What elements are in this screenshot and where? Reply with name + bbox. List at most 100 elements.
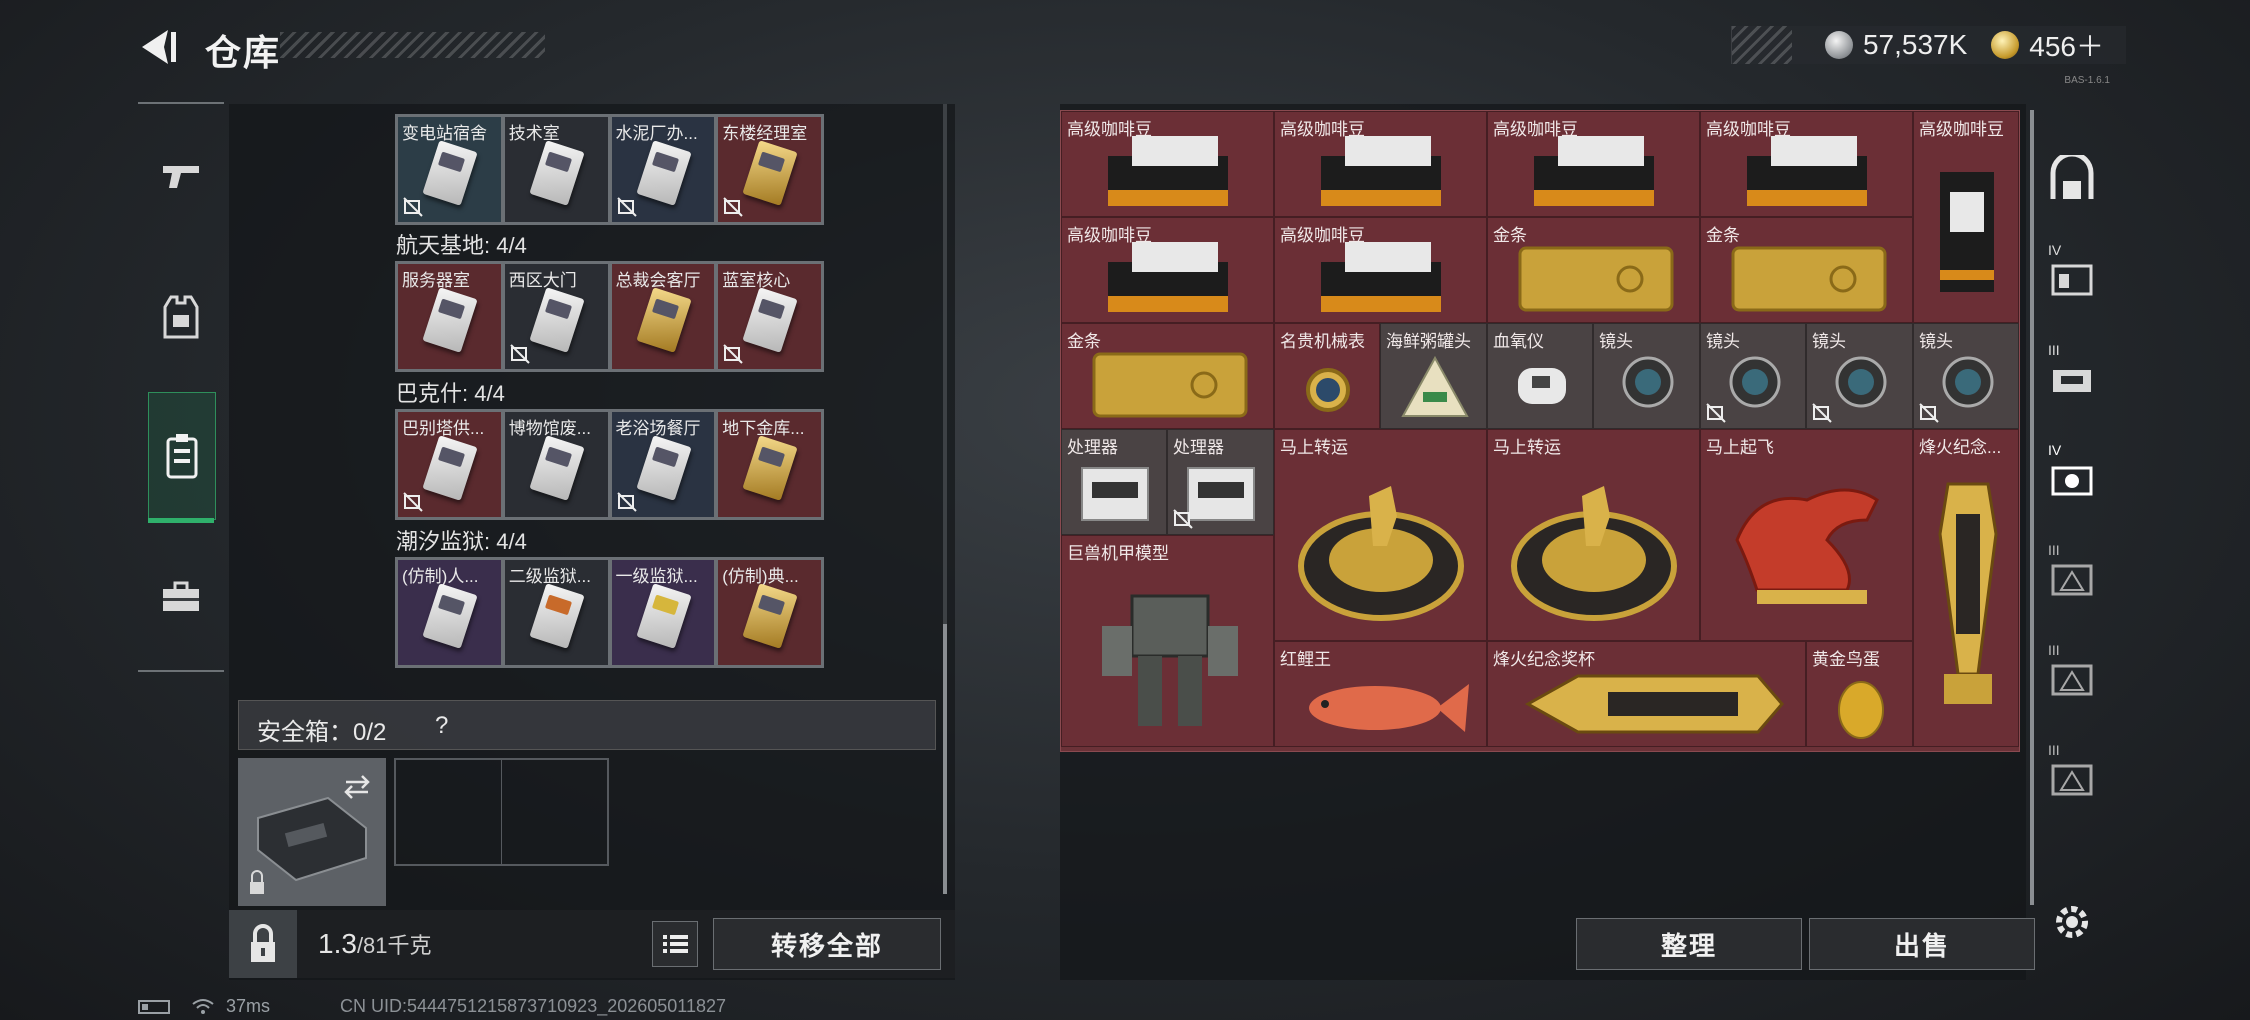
title-decoration [280, 32, 545, 58]
safebox-slots[interactable] [394, 758, 609, 866]
stash-item-lens[interactable]: 镜头 [1806, 323, 1913, 429]
archive-icon [2050, 155, 2094, 199]
container-icon [2051, 664, 2093, 696]
safebox-container[interactable] [238, 758, 386, 906]
stash-item-mech-model[interactable]: 巨兽机甲模型 [1061, 535, 1274, 747]
left-category-nav [138, 102, 224, 672]
stash-item-coffee[interactable]: 高级咖啡豆 [1487, 111, 1700, 217]
keycard-slot[interactable]: 技术室 [504, 117, 608, 222]
version-label: BAS-1.6.1 [2064, 75, 2110, 86]
keycard-slot[interactable]: 老浴场餐厅 [611, 412, 715, 517]
nav-container-5[interactable]: III [2036, 630, 2108, 730]
keycard-slot[interactable]: 蓝室核心 [718, 264, 821, 369]
list-icon [663, 935, 688, 953]
scrollbar-track[interactable] [943, 104, 947, 624]
coffee-bag-icon [1747, 136, 1867, 206]
triangle-can-icon [1401, 355, 1469, 417]
bound-icon [723, 197, 743, 217]
coffee-bag-icon [1321, 242, 1441, 312]
keycard-slot[interactable]: 一级监狱... [611, 560, 715, 665]
stash-item-watch[interactable]: 名贵机械表 [1274, 323, 1380, 429]
gold-amount[interactable]: 456＋ [2029, 25, 2104, 65]
nav-keycards[interactable] [148, 392, 216, 520]
container-icon [2051, 264, 2093, 296]
nav-container-3-selected[interactable]: IV [2036, 430, 2108, 530]
stash-item-horse-medallion[interactable]: 马上转运 [1274, 429, 1487, 641]
stash-item-processor[interactable]: 处理器 [1167, 429, 1274, 535]
nav-container-6[interactable]: III [2036, 730, 2108, 830]
keycard-slot[interactable]: 巴别塔供... [398, 412, 501, 517]
organize-button[interactable]: 整理 [1576, 918, 1802, 970]
keycard-slot[interactable]: 变电站宿舍 [398, 117, 501, 222]
keycard-slot[interactable]: 总裁会客厅 [611, 264, 715, 369]
nav-storage-top[interactable] [2036, 130, 2108, 230]
bound-icon [510, 344, 530, 364]
keycard-slot[interactable]: (仿制)人... [398, 560, 501, 665]
uid-label: CN UID:5444751215873710923_202605011827 [340, 996, 727, 1016]
stash-item-processor[interactable]: 处理器 [1061, 429, 1167, 535]
sell-button[interactable]: 出售 [1809, 918, 2035, 970]
back-arrow-icon[interactable] [138, 26, 180, 68]
keycard-slot[interactable]: 东楼经理室 [718, 117, 821, 222]
gold-bar-icon [1731, 246, 1887, 312]
scrollbar-thumb[interactable] [943, 624, 947, 894]
list-view-button[interactable] [652, 921, 698, 967]
stash-item-coffee[interactable]: 高级咖啡豆 [1061, 217, 1274, 323]
stash-scrollbar[interactable] [2030, 110, 2034, 905]
stash-item-gold-bar[interactable]: 金条 [1487, 217, 1700, 323]
stash-item-coffee[interactable]: 高级咖啡豆 [1061, 111, 1274, 217]
nav-weapons[interactable] [138, 112, 224, 242]
medallion-icon [1298, 486, 1464, 621]
keycard-slot[interactable]: 博物馆废... [504, 412, 608, 517]
stash-item-oximeter[interactable]: 血氧仪 [1487, 323, 1593, 429]
keycard-slot[interactable]: 地下金库... [718, 412, 821, 517]
nav-equipment[interactable] [138, 532, 224, 662]
lock-icon [251, 924, 275, 962]
battery-icon [138, 1000, 170, 1015]
stash-item-coffee-tall[interactable]: 高级咖啡豆 [1913, 111, 2019, 323]
keycard-slot[interactable]: 服务器室 [398, 264, 501, 369]
stash-item-beacon-trophy[interactable]: 烽火纪念... [1913, 429, 2019, 747]
wifi-icon [192, 999, 214, 1015]
settings-button[interactable] [2036, 872, 2108, 972]
stash-item-red-horse[interactable]: 马上起飞 [1700, 429, 1913, 641]
coffee-bag-icon [1940, 172, 1994, 292]
transfer-all-button[interactable]: 转移全部 [713, 918, 941, 970]
keycard-row: 变电站宿舍 技术室 水泥厂办... 东楼经理室 [395, 114, 824, 225]
keycard-row: (仿制)人... 二级监狱... 一级监狱... (仿制)典... [395, 557, 824, 668]
bound-icon [1706, 403, 1726, 423]
stash-item-coffee[interactable]: 高级咖啡豆 [1274, 111, 1487, 217]
keycard-slot[interactable]: 二级监狱... [504, 560, 608, 665]
keycard-holder-icon [166, 434, 198, 479]
stash-item-beacon-cup[interactable]: 烽火纪念奖杯 [1487, 641, 1806, 747]
stash-item-lens[interactable]: 镜头 [1913, 323, 2019, 429]
help-button[interactable]: ? [435, 712, 448, 740]
nav-container-2[interactable]: III [2036, 330, 2108, 430]
stash-item-lens[interactable]: 镜头 [1593, 323, 1700, 429]
stash-item-gold-bar[interactable]: 金条 [1061, 323, 1274, 429]
nav-container-1[interactable]: IV [2036, 230, 2108, 330]
stash-item-lens[interactable]: 镜头 [1700, 323, 1806, 429]
stash-item-red-carp[interactable]: 红鲤王 [1274, 641, 1487, 747]
stash-item-coffee[interactable]: 高级咖啡豆 [1274, 217, 1487, 323]
stash-item-horse-medallion[interactable]: 马上转运 [1487, 429, 1700, 641]
stash-item-gold-bar[interactable]: 金条 [1700, 217, 1913, 323]
stash-item-coffee[interactable]: 高级咖啡豆 [1700, 111, 1913, 217]
nav-armor[interactable] [138, 252, 224, 382]
nav-container-4[interactable]: III [2036, 530, 2108, 630]
lock-button[interactable] [229, 910, 297, 978]
gold-bar-icon [1518, 246, 1674, 312]
watch-icon [1306, 368, 1350, 412]
keycard-row: 巴别塔供... 博物馆废... 老浴场餐厅 地下金库... [395, 409, 824, 520]
stash-item-canned-porridge[interactable]: 海鲜粥罐头 [1380, 323, 1487, 429]
stash-item-golden-egg[interactable]: 黄金鸟蛋 [1806, 641, 1913, 747]
keycard-slot[interactable]: (仿制)典... [718, 560, 821, 665]
group-header: 潮汐监狱: 4/4 [396, 529, 527, 554]
keycard-slot[interactable]: 水泥厂办... [611, 117, 715, 222]
container-icon [2051, 764, 2093, 796]
silver-coin-icon [1824, 31, 1853, 59]
bound-icon [1919, 403, 1939, 423]
stash-grid[interactable]: 高级咖啡豆 高级咖啡豆 高级咖啡豆 高级咖啡豆 高级咖啡豆 高级咖啡豆 高级咖啡… [1060, 110, 2020, 752]
keycard-slot[interactable]: 西区大门 [504, 264, 608, 369]
carp-icon [1309, 684, 1469, 732]
